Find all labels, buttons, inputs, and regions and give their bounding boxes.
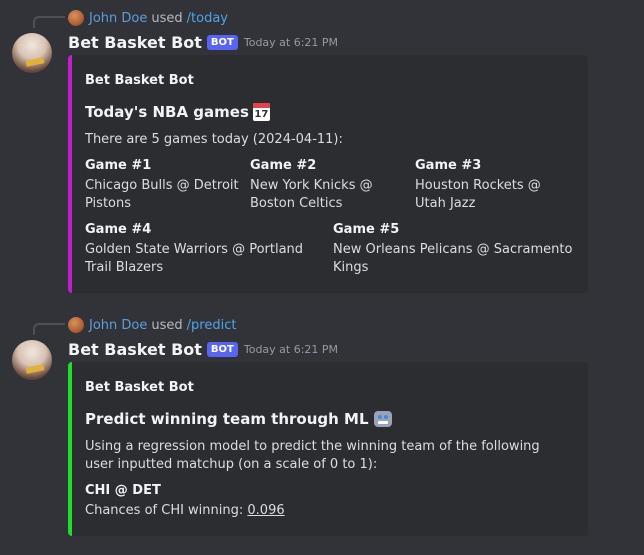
field-value: Chances of CHI winning: 0.096 bbox=[85, 502, 555, 520]
embed-predict: Bet Basket Bot Predict winning team thro… bbox=[68, 362, 588, 536]
field-value: Chicago Bulls @ Detroit Pistons bbox=[85, 178, 239, 211]
field-game-3: Game #3 Houston Rockets @ Utah Jazz bbox=[415, 157, 575, 213]
embed-title: Today's NBA games 17 bbox=[85, 103, 270, 121]
embed-author: Bet Basket Bot bbox=[85, 380, 194, 395]
embed-today-games: Bet Basket Bot Today's NBA games 17 Ther… bbox=[68, 55, 588, 293]
embed-author: Bet Basket Bot bbox=[85, 73, 194, 88]
field-name: CHI @ DET bbox=[85, 483, 161, 498]
field-value: Golden State Warriors @ Portland Trail B… bbox=[85, 242, 304, 275]
bot-username[interactable]: Bet Basket Bot bbox=[68, 33, 202, 52]
reply-spine bbox=[33, 323, 65, 335]
field-value: New Orleans Pelicans @ Sacramento Kings bbox=[333, 242, 573, 275]
user-avatar-icon[interactable] bbox=[68, 317, 84, 333]
field-game-2: Game #2 New York Knicks @ Boston Celtics bbox=[250, 157, 410, 213]
field-value: New York Knicks @ Boston Celtics bbox=[250, 178, 373, 211]
bot-avatar[interactable] bbox=[12, 33, 52, 73]
embed-title-text: Today's NBA games bbox=[85, 103, 249, 121]
field-name: Game #4 bbox=[85, 222, 152, 237]
embed-title-text: Predict winning team through ML bbox=[85, 410, 369, 428]
reply-command[interactable]: /predict bbox=[187, 318, 237, 333]
reply-context[interactable]: John Doe used /today bbox=[68, 9, 228, 27]
reply-username[interactable]: John Doe bbox=[89, 11, 147, 26]
message-header: Bet Basket Bot BOT Today at 6:21 PM bbox=[68, 338, 338, 360]
field-value: Houston Rockets @ Utah Jazz bbox=[415, 178, 541, 211]
bot-badge: BOT bbox=[206, 341, 238, 357]
embed-title: Predict winning team through ML bbox=[85, 410, 392, 428]
field-game-4: Game #4 Golden State Warriors @ Portland… bbox=[85, 221, 325, 277]
message-timestamp[interactable]: Today at 6:21 PM bbox=[244, 36, 338, 49]
probability-value[interactable]: 0.096 bbox=[247, 503, 284, 518]
field-game-5: Game #5 New Orleans Pelicans @ Sacrament… bbox=[333, 221, 573, 277]
reply-username[interactable]: John Doe bbox=[89, 318, 147, 333]
bot-avatar[interactable] bbox=[12, 340, 52, 380]
reply-context[interactable]: John Doe used /predict bbox=[68, 316, 236, 334]
calendar-day: 17 bbox=[254, 109, 269, 120]
calendar-icon: 17 bbox=[252, 103, 270, 121]
user-avatar-icon[interactable] bbox=[68, 10, 84, 26]
reply-used-text: used bbox=[151, 10, 183, 26]
field-matchup: CHI @ DET Chances of CHI winning: 0.096 bbox=[85, 482, 555, 520]
field-name: Game #3 bbox=[415, 158, 482, 173]
bot-username[interactable]: Bet Basket Bot bbox=[68, 340, 202, 359]
field-name: Game #5 bbox=[333, 222, 400, 237]
embed-description: Using a regression model to predict the … bbox=[85, 439, 540, 472]
reply-used-text: used bbox=[151, 317, 183, 333]
reply-spine bbox=[33, 16, 65, 28]
robot-icon bbox=[373, 411, 392, 427]
message-timestamp[interactable]: Today at 6:21 PM bbox=[244, 343, 338, 356]
message-header: Bet Basket Bot BOT Today at 6:21 PM bbox=[68, 31, 338, 53]
field-name: Game #1 bbox=[85, 158, 152, 173]
reply-command[interactable]: /today bbox=[187, 11, 228, 26]
field-value-prefix: Chances of CHI winning: bbox=[85, 503, 248, 518]
embed-description: There are 5 games today (2024-04-11): bbox=[85, 132, 343, 147]
field-game-1: Game #1 Chicago Bulls @ Detroit Pistons bbox=[85, 157, 245, 213]
field-name: Game #2 bbox=[250, 158, 317, 173]
bot-badge: BOT bbox=[206, 34, 238, 50]
